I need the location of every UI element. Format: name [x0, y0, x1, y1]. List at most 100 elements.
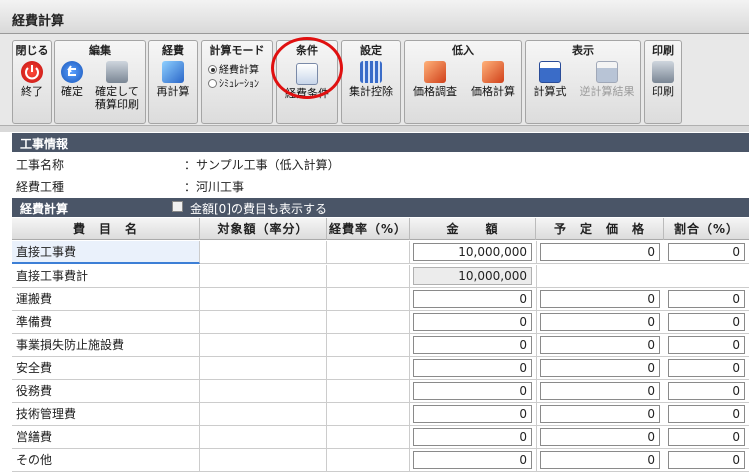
planned-price-input[interactable]: 0	[540, 359, 660, 377]
ribbon-group-bid: 低入 価格調査 価格計算	[404, 40, 522, 124]
reverse-calc-button[interactable]: 逆計算結果	[574, 59, 640, 98]
radio-simulation[interactable]: ｼﾐｭﾚｰｼｮﾝ	[208, 75, 259, 90]
window-title: 経費計算	[12, 14, 65, 29]
amount-input[interactable]: 0	[413, 359, 532, 377]
item-name-cell[interactable]: 準備費	[12, 311, 200, 334]
planned-price-input[interactable]: 0	[540, 243, 660, 261]
table-row[interactable]: 直接工事費計 10,000,000	[12, 265, 749, 288]
target-cell	[200, 403, 327, 426]
amount-input[interactable]: 0	[413, 290, 532, 308]
item-name-cell[interactable]: 事業損失防止施設費	[12, 334, 200, 357]
rate-cell	[327, 334, 410, 357]
amount-input[interactable]: 0	[413, 451, 532, 469]
confirm-label: 確定	[61, 85, 83, 98]
ribbon-group-calc-mode: 計算モード 経費計算 ｼﾐｭﾚｰｼｮﾝ	[201, 40, 273, 124]
col-divider	[536, 334, 537, 357]
target-cell	[200, 449, 327, 472]
target-cell	[200, 426, 327, 449]
item-name-cell[interactable]: 技術管理費	[12, 403, 200, 426]
print-label: 印刷	[652, 85, 674, 98]
item-name-cell[interactable]: 直接工事費	[12, 241, 200, 264]
target-cell	[200, 265, 327, 288]
radio-label-simulation: ｼﾐｭﾚｰｼｮﾝ	[219, 79, 259, 90]
item-name-cell[interactable]: 直接工事費計	[12, 265, 200, 288]
table-row[interactable]: 事業損失防止施設費 0 0 0	[12, 334, 749, 357]
planned-price-input[interactable]: 0	[540, 290, 660, 308]
ratio-input[interactable]: 0	[668, 451, 745, 469]
table-row[interactable]: 運搬費 0 0 0	[12, 288, 749, 311]
formula-button[interactable]: 計算式	[528, 59, 572, 98]
item-name-cell[interactable]: 運搬費	[12, 288, 200, 311]
item-name-cell[interactable]: 役務費	[12, 380, 200, 403]
confirm-button[interactable]: 確定	[57, 59, 87, 98]
table-row[interactable]: その他 0 0 0	[12, 449, 749, 472]
item-name-cell[interactable]: その他	[12, 449, 200, 472]
print-button[interactable]: 印刷	[645, 59, 681, 98]
planned-price-input[interactable]: 0	[540, 451, 660, 469]
price-survey-button[interactable]: 価格調査	[407, 59, 463, 98]
ratio-input[interactable]: 0	[668, 382, 745, 400]
ratio-input[interactable]: 0	[668, 243, 745, 261]
show-zero-checkbox[interactable]	[172, 201, 183, 212]
amount-input[interactable]: 0	[413, 428, 532, 446]
col-divider	[536, 449, 537, 472]
amount-input[interactable]: 0	[413, 313, 532, 331]
ratio-input[interactable]: 0	[668, 405, 745, 423]
ribbon-group-print: 印刷 印刷	[644, 40, 682, 124]
rate-cell	[327, 311, 410, 334]
planned-price-input[interactable]: 0	[540, 313, 660, 331]
col-divider	[536, 380, 537, 403]
expense-type-value: ：河川工事	[184, 180, 245, 194]
col-divider	[536, 311, 537, 334]
printer-icon	[652, 61, 674, 83]
col-header-target: 対象額（率分）	[200, 218, 327, 240]
ratio-input[interactable]: 0	[668, 428, 745, 446]
radio-dot-icon	[208, 79, 217, 88]
table-row[interactable]: 営繕費 0 0 0	[12, 426, 749, 449]
ratio-input[interactable]: 0	[668, 336, 745, 354]
ratio-input[interactable]: 0	[668, 290, 745, 308]
amount-input[interactable]: 10,000,000	[413, 243, 532, 261]
recalc-button[interactable]: 再計算	[149, 59, 197, 98]
col-header-amount: 金 額	[410, 218, 536, 240]
recalc-label: 再計算	[156, 85, 190, 98]
formula-label: 計算式	[533, 85, 567, 98]
expense-calc-title: 経費計算	[20, 202, 69, 216]
ribbon-toolbar: 閉じる 終了 編集 確定 確定して 積算印刷 経費 再計算 計算モード 経費計算…	[0, 34, 749, 126]
item-name-cell[interactable]: 安全費	[12, 357, 200, 380]
amount-input[interactable]: 0	[413, 382, 532, 400]
rate-cell	[327, 241, 410, 264]
planned-price-input[interactable]: 0	[540, 405, 660, 423]
planned-price-input[interactable]: 0	[540, 428, 660, 446]
table-row[interactable]: 安全費 0 0 0	[12, 357, 749, 380]
table-row[interactable]: 役務費 0 0 0	[12, 380, 749, 403]
ratio-input[interactable]: 0	[668, 359, 745, 377]
confirm-print-button[interactable]: 確定して 積算印刷	[89, 59, 145, 111]
col-divider	[536, 426, 537, 449]
planned-price-input[interactable]: 0	[540, 336, 660, 354]
expense-calc-header: 経費計算 金額[0]の費目も表示する	[12, 198, 749, 217]
table-row[interactable]: 準備費 0 0 0	[12, 311, 749, 334]
ratio-input[interactable]: 0	[668, 313, 745, 331]
planned-price-input[interactable]: 0	[540, 382, 660, 400]
amount-input[interactable]: 0	[413, 336, 532, 354]
price-calc-button[interactable]: 価格計算	[465, 59, 521, 98]
ribbon-group-expense: 経費 再計算	[148, 40, 198, 124]
show-zero-label: 金額[0]の費目も表示する	[190, 202, 327, 216]
col-divider	[536, 265, 537, 288]
price-calc-icon	[482, 61, 504, 83]
col-header-ratio: 割合（%）	[673, 222, 740, 236]
item-name-cell[interactable]: 営繕費	[12, 426, 200, 449]
target-cell	[200, 241, 327, 264]
ribbon-group-display: 表示 計算式 逆計算結果	[525, 40, 641, 124]
table-row[interactable]: 直接工事費 10,000,000 0 0	[12, 241, 749, 264]
total-deduction-button[interactable]: 集計控除	[342, 59, 400, 98]
target-cell	[200, 334, 327, 357]
col-header-planned: 予 定 価 格	[536, 218, 664, 240]
amount-input[interactable]: 0	[413, 405, 532, 423]
power-icon	[21, 61, 43, 83]
group-title-bid: 低入	[452, 44, 474, 57]
exit-button[interactable]: 終了	[13, 59, 51, 98]
table-row[interactable]: 技術管理費 0 0 0	[12, 403, 749, 426]
radio-expense-calc[interactable]: 経費計算	[208, 61, 259, 76]
